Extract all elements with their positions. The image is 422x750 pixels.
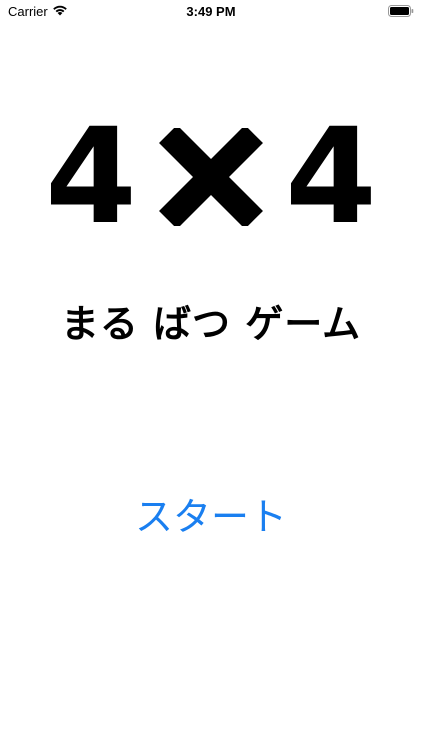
status-bar: Carrier 3:49 PM <box>0 0 422 24</box>
status-time: 3:49 PM <box>186 4 236 19</box>
start-button[interactable]: スタート <box>111 490 311 544</box>
logo-left-digit: 4 <box>45 100 137 254</box>
battery-icon <box>388 5 414 17</box>
logo-right-digit: 4 <box>285 100 377 254</box>
game-logo: 4 4 <box>0 100 422 254</box>
cross-icon <box>159 128 263 226</box>
game-title: まる ばつ ゲーム <box>60 302 362 346</box>
